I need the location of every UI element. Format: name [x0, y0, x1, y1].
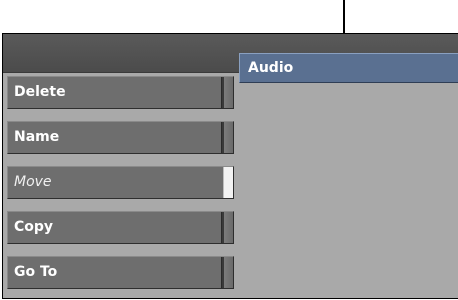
move-button-edge: [223, 167, 233, 198]
copy-button-label: Copy: [14, 219, 54, 235]
delete-button-edge: [221, 77, 233, 108]
audio-field-label: Audio: [248, 60, 294, 76]
screenshot-root: Delete Name Move Copy Go To Audio: [0, 0, 458, 300]
go-to-button-label: Go To: [14, 264, 58, 280]
go-to-button-edge: [221, 257, 233, 288]
delete-button-label: Delete: [14, 84, 66, 100]
name-button-edge: [221, 122, 233, 153]
move-button[interactable]: Move: [7, 166, 234, 199]
go-to-button[interactable]: Go To: [7, 256, 234, 289]
copy-button-edge: [221, 212, 233, 243]
audio-field[interactable]: Audio: [239, 53, 458, 83]
delete-button[interactable]: Delete: [7, 76, 234, 109]
name-button-label: Name: [14, 129, 60, 145]
copy-button[interactable]: Copy: [7, 211, 234, 244]
name-button[interactable]: Name: [7, 121, 234, 154]
move-button-label: Move: [14, 174, 52, 190]
